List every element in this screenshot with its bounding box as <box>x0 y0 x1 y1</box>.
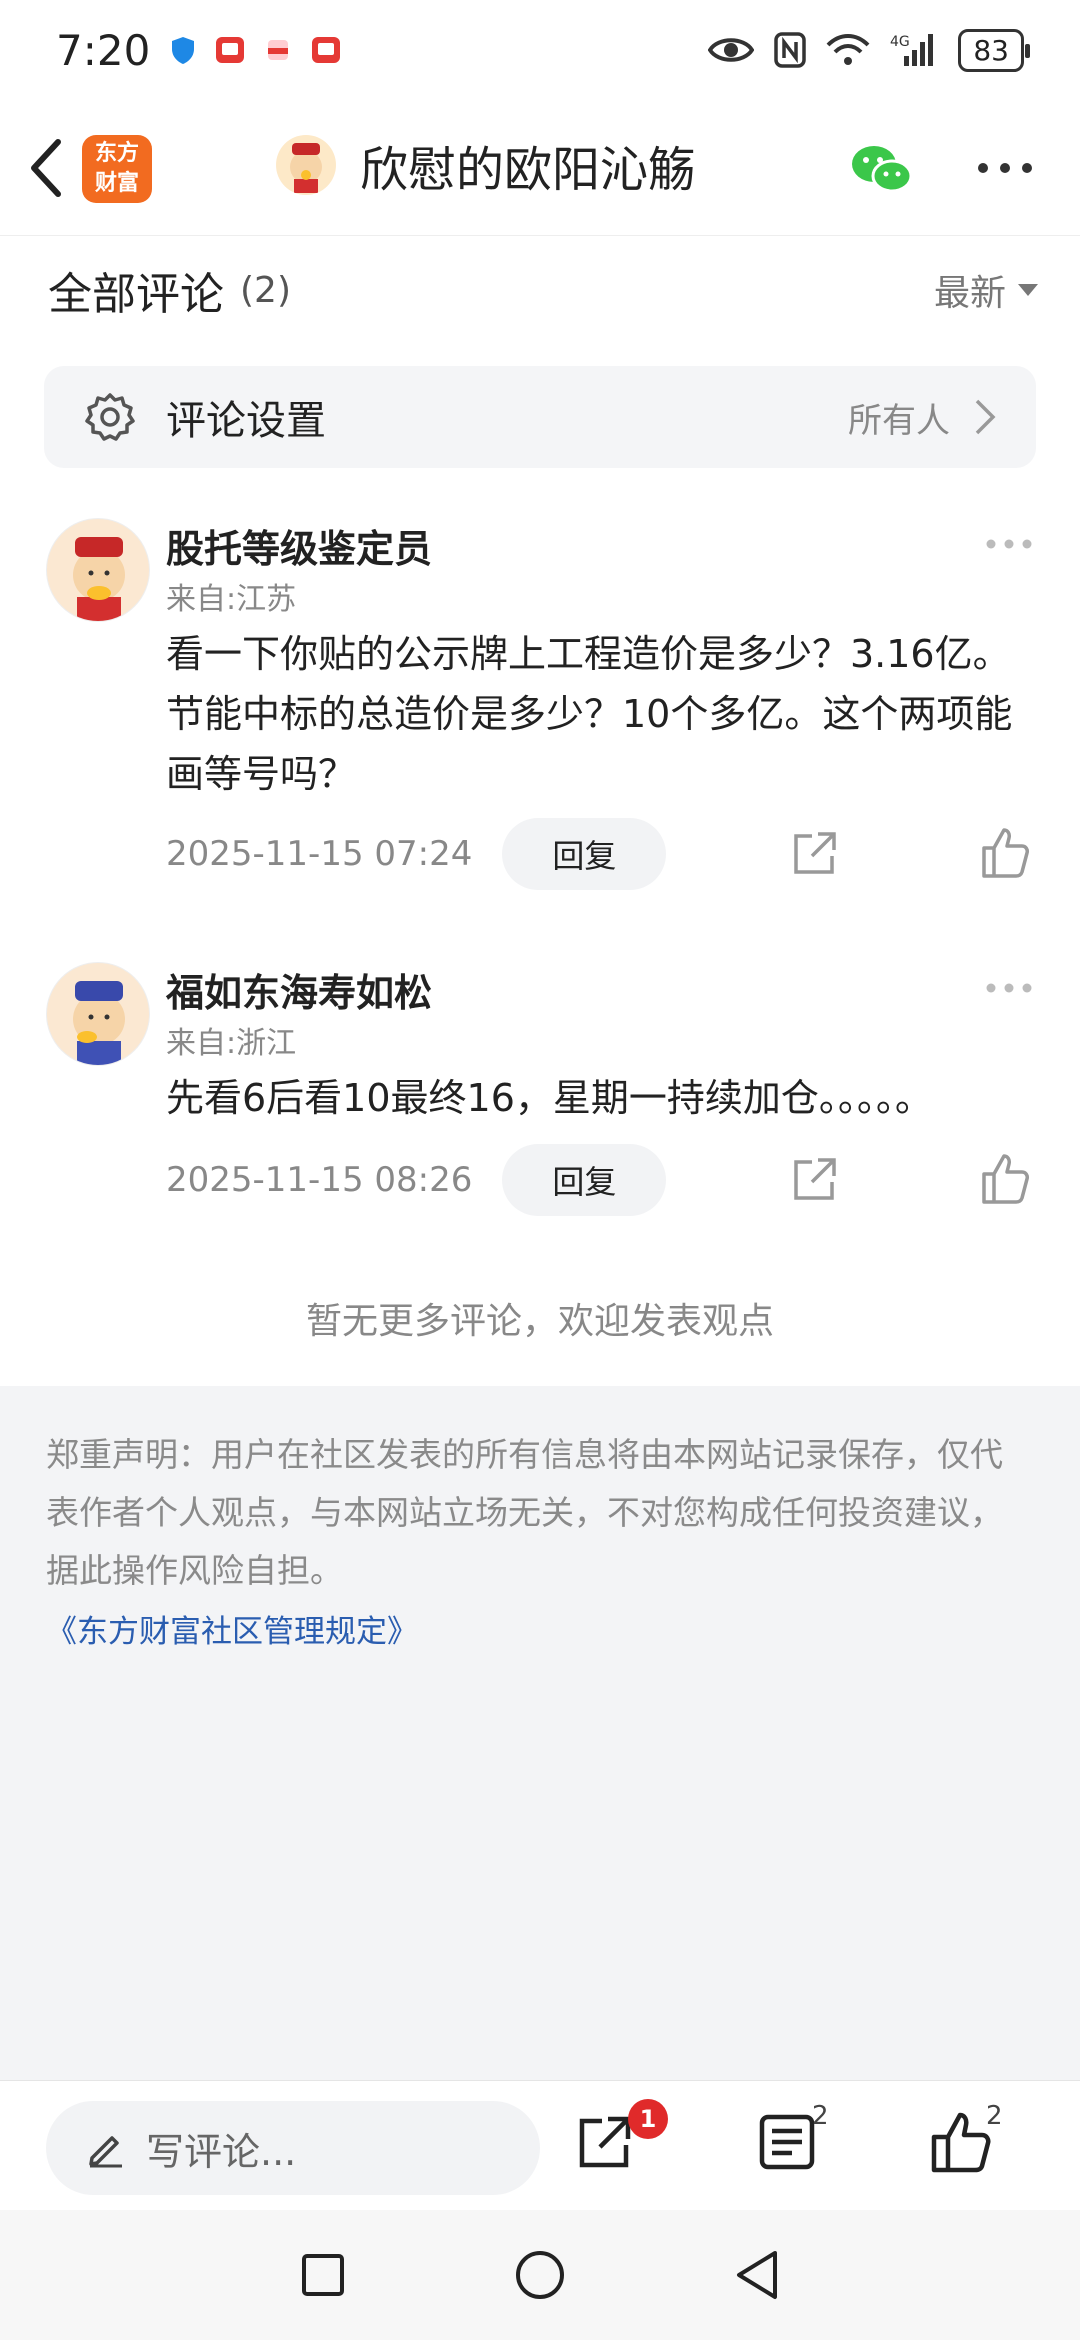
share-badge: 1 <box>628 2099 668 2139</box>
commenter-avatar[interactable] <box>46 518 150 622</box>
chevron-right-icon <box>975 399 996 435</box>
write-comment-input[interactable]: 写评论... <box>46 2101 540 2195</box>
comment-text: 先看6后看10最终16，星期一持续加仓。。。。。 <box>166 1076 933 1120</box>
reply-button[interactable]: 回复 <box>502 1144 667 1216</box>
app-logo[interactable]: 东方 财富 <box>82 135 152 203</box>
share-icon[interactable] <box>790 828 840 878</box>
share-icon[interactable] <box>790 1154 840 1204</box>
home-icon[interactable] <box>515 2250 565 2300</box>
settings-label: 评论设置 <box>166 398 326 444</box>
author-avatar <box>276 135 336 195</box>
app-notification-icon <box>216 37 245 63</box>
battery-indicator: 83 <box>958 28 1030 72</box>
comment-list-icon[interactable] <box>756 2111 818 2173</box>
comments-section-header: 全部评论 (2) 最新 <box>48 258 1038 322</box>
wechat-share-icon[interactable] <box>850 142 914 196</box>
thumbs-up-icon[interactable] <box>930 2111 992 2173</box>
commenter-location: 来自:浙江 <box>166 1026 297 1061</box>
comment-count-badge: 2 <box>812 2101 829 2131</box>
nfc-icon <box>774 32 807 68</box>
comment-timestamp: 2025-11-15 08:26 <box>166 1160 473 1200</box>
sort-dropdown[interactable]: 最新 <box>934 264 1038 316</box>
community-rules-link[interactable]: 《东方财富社区管理规定》 <box>46 1606 1034 1651</box>
notification-icons <box>170 34 342 66</box>
commenter-name[interactable]: 股托等级鉴定员 <box>166 518 432 573</box>
more-options-icon[interactable] <box>985 982 1033 994</box>
section-title: 全部评论 <box>48 269 224 320</box>
gear-icon <box>85 393 135 441</box>
more-options-icon[interactable] <box>985 538 1033 550</box>
disclaimer-text: 郑重声明：用户在社区发表的所有信息将由本网站记录保存，仅代表作者个人观点，与本网… <box>46 1435 1003 1590</box>
pencil-icon <box>89 2136 122 2168</box>
comment-count: (2) <box>240 269 291 311</box>
settings-value: 所有人 <box>848 400 950 441</box>
comment-actions: 2025-11-15 07:24 回复 <box>166 818 1046 890</box>
svg-text:4G: 4G <box>890 34 910 50</box>
commenter-name[interactable]: 福如东海寿如松 <box>166 962 432 1017</box>
shield-notification-icon <box>172 37 195 64</box>
top-app-bar: 东方 财富 欣慰的欧阳沁觞 <box>0 100 1080 236</box>
signal-icon: 4G <box>890 34 934 66</box>
like-count-badge: 2 <box>986 2101 1003 2131</box>
write-comment-placeholder: 写评论... <box>146 2129 297 2174</box>
app-notification-icon-3 <box>312 37 341 63</box>
comment-timestamp: 2025-11-15 07:24 <box>166 834 473 874</box>
no-more-comments-text: 暂无更多评论，欢迎发表观点 <box>305 1301 774 1342</box>
back-arrow-icon[interactable] <box>22 136 72 200</box>
recent-apps-icon[interactable] <box>301 2253 345 2297</box>
caret-down-icon <box>1018 284 1038 296</box>
logo-line-2: 财富 <box>94 171 139 196</box>
commenter-avatar[interactable] <box>46 962 150 1066</box>
more-options-icon[interactable] <box>975 160 1035 176</box>
comment-settings-row[interactable]: 评论设置 所有人 <box>44 366 1036 468</box>
title-group[interactable]: 欣慰的欧阳沁觞 <box>276 130 696 200</box>
sort-label: 最新 <box>933 273 1006 314</box>
app-notification-icon-2 <box>268 40 289 60</box>
wifi-icon <box>826 34 870 65</box>
status-bar: 7:20 4G 83 <box>0 0 1080 100</box>
thumbs-up-icon[interactable] <box>980 1152 1030 1206</box>
status-time: 7:20 <box>56 25 151 75</box>
system-navigation-bar <box>0 2210 1080 2340</box>
bottom-action-bar: 写评论... 1 2 2 <box>0 2080 1080 2210</box>
page-title: 欣慰的欧阳沁觞 <box>360 142 697 198</box>
comment-actions: 2025-11-15 08:26 回复 <box>166 1144 1046 1216</box>
reply-button[interactable]: 回复 <box>502 818 667 890</box>
comment-text: 看一下你贴的公示牌上工程造价是多少？3.16亿。节能中标的总造价是多少？10个多… <box>166 632 1013 796</box>
disclaimer-panel: 郑重声明：用户在社区发表的所有信息将由本网站记录保存，仅代表作者个人观点，与本网… <box>0 1386 1080 2080</box>
eye-icon <box>708 38 755 62</box>
back-icon[interactable] <box>735 2250 779 2300</box>
logo-line-1: 东方 <box>94 141 139 166</box>
share-icon[interactable] <box>574 2111 636 2173</box>
commenter-location: 来自:江苏 <box>166 582 297 617</box>
thumbs-up-icon[interactable] <box>980 826 1030 880</box>
